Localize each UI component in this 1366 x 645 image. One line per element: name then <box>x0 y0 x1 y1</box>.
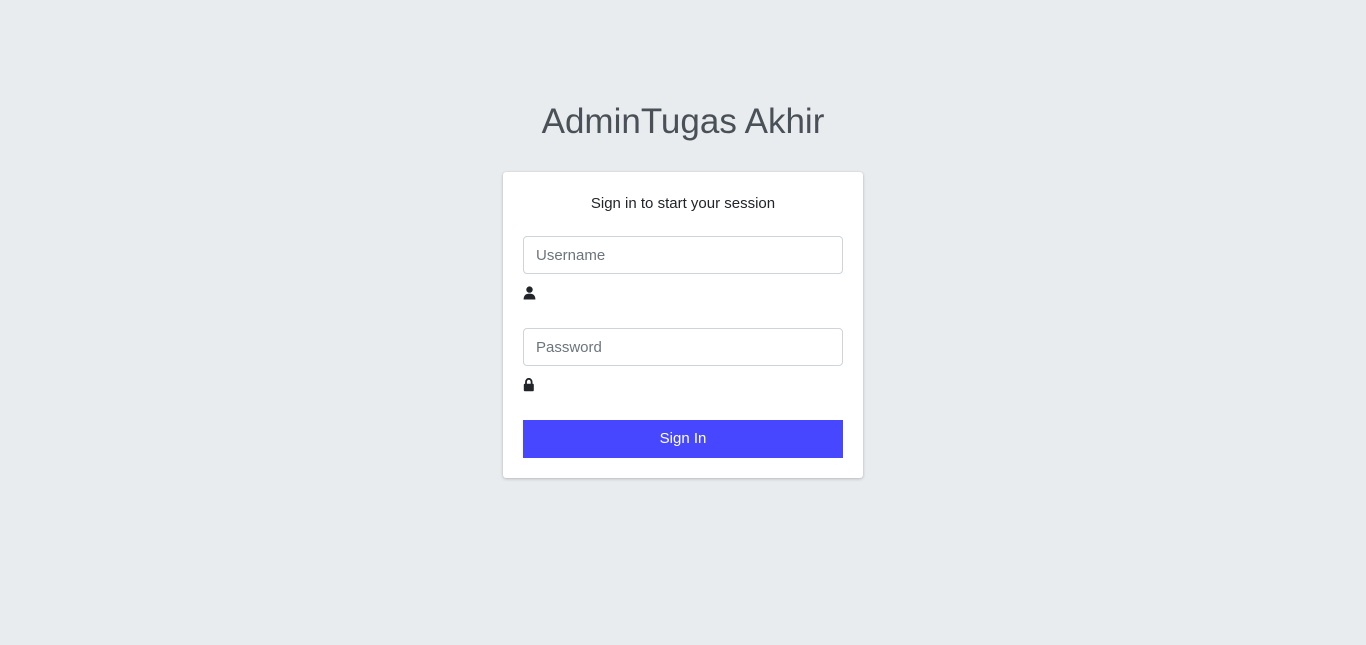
sign-in-button[interactable]: Sign In <box>523 420 843 458</box>
login-box: AdminTugas Akhir Sign in to start your s… <box>503 94 863 478</box>
logo-brand-strong: Admin <box>541 102 641 141</box>
lock-icon <box>523 378 537 392</box>
login-card: Sign in to start your session Username S… <box>503 172 863 478</box>
login-message: Sign in to start your session <box>590 195 776 212</box>
user-icon <box>523 286 537 300</box>
password-input[interactable] <box>523 328 843 366</box>
login-logo[interactable]: AdminTugas Akhir <box>503 94 863 150</box>
logo-brand-light: Tugas Akhir <box>640 102 825 141</box>
username-group <box>523 236 843 306</box>
password-group <box>523 328 843 398</box>
username-input[interactable] <box>523 236 843 274</box>
login-form: Sign In <box>523 236 843 458</box>
